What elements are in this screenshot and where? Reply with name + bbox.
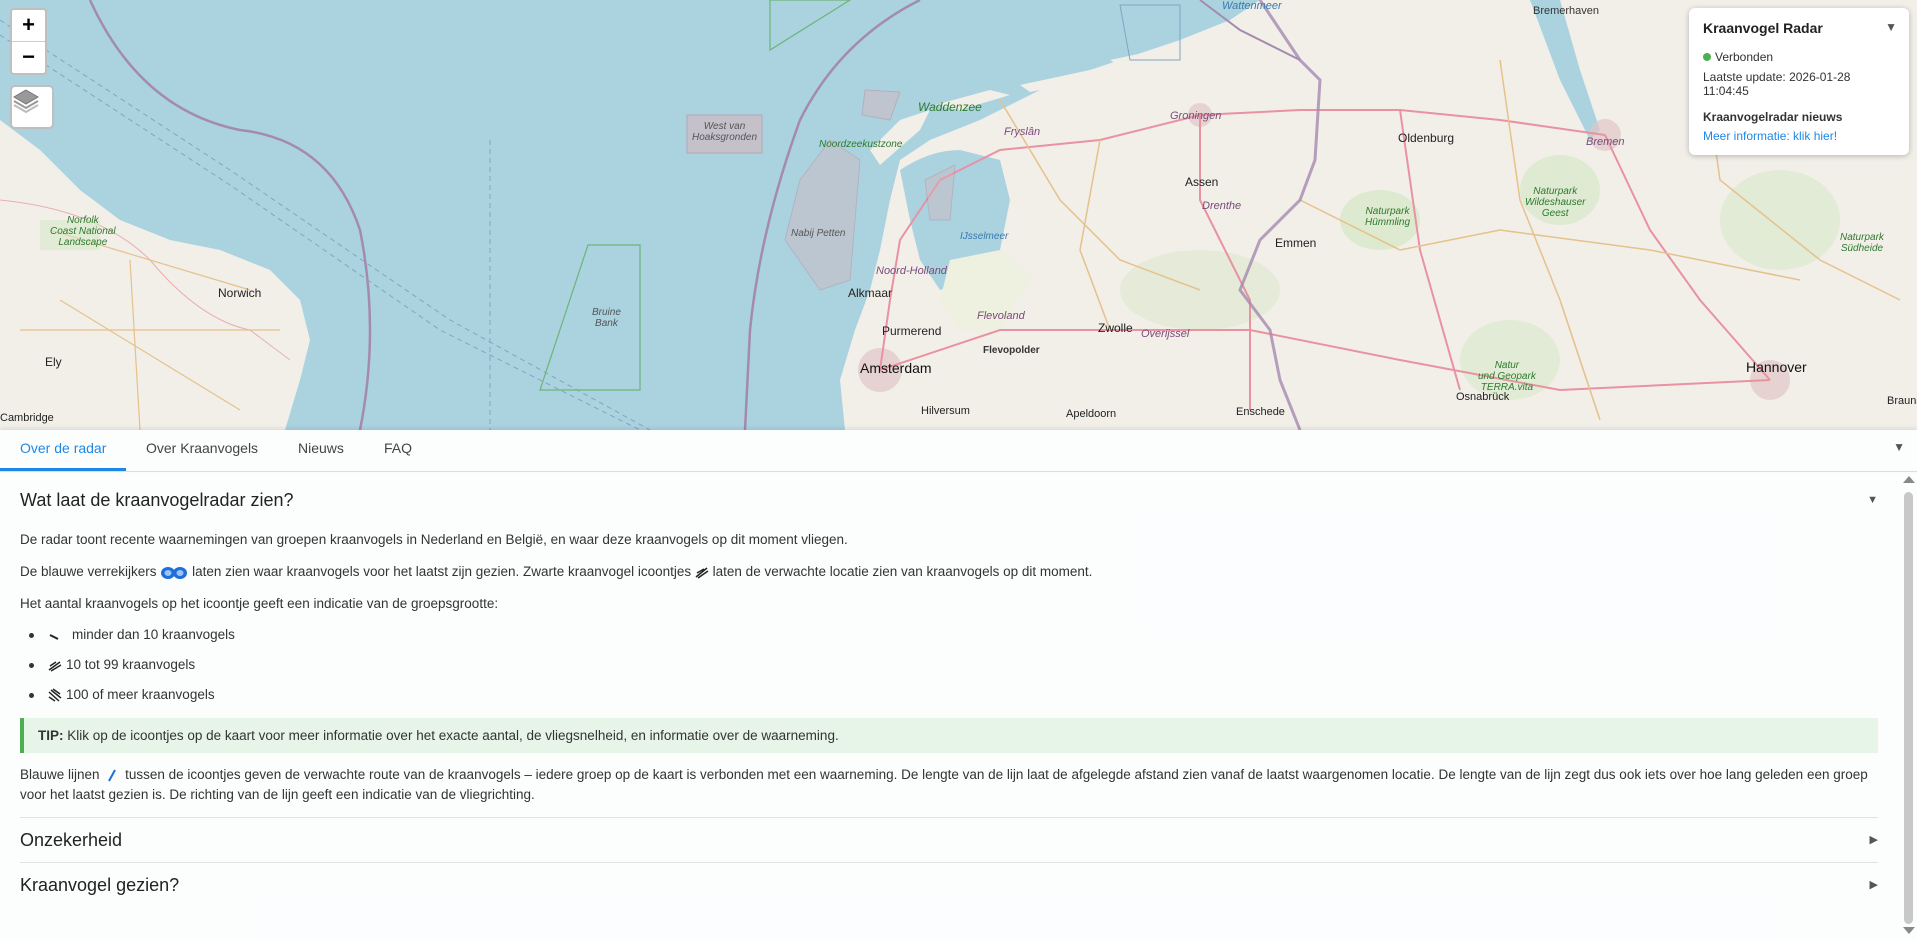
panel-collapse-icon[interactable]: ▼ — [1893, 440, 1905, 454]
map-label: Wattenmeer — [1222, 0, 1282, 12]
map-label: Alkmaar — [848, 286, 893, 300]
map-label: Norfolk Coast National Landscape — [50, 215, 116, 248]
map-label: Brauns — [1887, 395, 1917, 407]
status-text: Verbonden — [1715, 50, 1774, 64]
map-label: Amsterdam — [860, 360, 932, 376]
last-update: Laatste update: 2026-01-28 11:04:45 — [1703, 70, 1851, 98]
tab-over-kraanvogels[interactable]: Over Kraanvogels — [126, 430, 278, 471]
map-label: Osnabrück — [1456, 391, 1510, 403]
map-label: Bremen — [1586, 136, 1625, 148]
map-label: Noordzeekustzone — [819, 139, 903, 150]
info-panel: Over de radar Over Kraanvogels Nieuws FA… — [0, 430, 1917, 940]
radar-title: Kraanvogel Radar — [1703, 20, 1823, 36]
group-size-intro: Het aantal kraanvogels op het icoontje g… — [20, 596, 499, 611]
section-title: Wat laat de kraanvogelradar zien? — [20, 490, 294, 510]
map-label: Groningen — [1170, 110, 1222, 122]
crane-medium-icon — [48, 661, 62, 673]
map-label: Naturpark Wildeshauser Geest — [1525, 186, 1586, 219]
layers-button[interactable] — [10, 85, 54, 129]
map-label: Oldenburg — [1398, 131, 1455, 145]
icon-explanation: De blauwe verrekijkers laten zien waar k… — [20, 564, 1093, 580]
radar-collapse-icon[interactable]: ▼ — [1885, 20, 1897, 34]
chevron-down-icon: ▼ — [1867, 494, 1878, 506]
map-label: Flevopolder — [983, 345, 1040, 356]
tab-content: Wat laat de kraanvogelradar zien? ▼ De r… — [20, 472, 1878, 907]
map-label: Drenthe — [1202, 200, 1242, 212]
zoom-out-button[interactable]: − — [12, 41, 45, 73]
map[interactable]: Wattenmeer Bremerhaven West van Hoaksgron… — [0, 0, 1917, 430]
map-label: Bremerhaven — [1533, 5, 1600, 17]
tab-bar: Over de radar Over Kraanvogels Nieuws FA… — [0, 430, 1917, 472]
connection-status: Verbonden — [1703, 50, 1895, 64]
map-label: Nabij Petten — [791, 228, 846, 239]
crane-icon — [695, 567, 709, 580]
map-label: Waddenzee — [918, 100, 982, 114]
tip-box: TIP: Klik op de icoontjes op de kaart vo… — [20, 718, 1878, 753]
news-link[interactable]: Meer informatie: klik hier! — [1703, 129, 1895, 143]
tab-nieuws[interactable]: Nieuws — [278, 430, 364, 471]
map-label: Emmen — [1275, 236, 1317, 250]
map-label: Naturpark Hümmling — [1365, 206, 1411, 228]
list-item: 100 of meer kraanvogels — [20, 680, 1878, 710]
radar-info-box: Kraanvogel Radar ▼ Verbonden Laatste upd… — [1689, 8, 1909, 155]
map-label: Hilversum — [921, 405, 970, 417]
scrollbar-thumb[interactable] — [1904, 492, 1913, 924]
map-label: Norwich — [218, 286, 262, 300]
map-label: Purmerend — [882, 324, 942, 338]
map-label: Natur und Geopark TERRA.vita — [1478, 360, 1536, 393]
map-label: Fryslân — [1004, 126, 1041, 138]
map-label: Naturpark Südheide — [1840, 232, 1884, 254]
scroll-down-icon[interactable] — [1903, 927, 1915, 934]
chevron-right-icon: ▶ — [1869, 834, 1878, 846]
map-label: IJsselmeer — [960, 231, 1009, 242]
section-header-onzekerheid[interactable]: Onzekerheid ▶ — [20, 817, 1878, 862]
group-size-list: minder dan 10 kraanvogels 10 tot 99 kraa… — [20, 620, 1878, 710]
scroll-up-icon[interactable] — [1903, 476, 1915, 483]
map-tiles — [0, 0, 1917, 430]
section-header-kraanvogel-gezien[interactable]: Kraanvogel gezien? ▶ — [20, 862, 1878, 907]
map-label: West van Hoaksgronden — [692, 121, 758, 143]
zoom-control: + − — [10, 8, 47, 75]
list-item: minder dan 10 kraanvogels — [20, 620, 1878, 650]
map-label: Apeldoorn — [1066, 408, 1117, 420]
map-label: Flevoland — [977, 310, 1025, 322]
intro-paragraph: De radar toont recente waarnemingen van … — [20, 532, 848, 547]
zoom-in-button[interactable]: + — [12, 10, 45, 41]
tab-over-de-radar[interactable]: Over de radar — [0, 430, 127, 471]
map-label: Bruine Bank — [592, 307, 621, 329]
list-item: 10 tot 99 kraanvogels — [20, 650, 1878, 680]
tab-faq[interactable]: FAQ — [364, 430, 432, 471]
map-label: Overijssel — [1141, 328, 1190, 340]
map-label: Ely — [45, 355, 62, 369]
chevron-right-icon: ▶ — [1869, 879, 1878, 891]
section-header-what[interactable]: Wat laat de kraanvogelradar zien? ▼ — [20, 490, 1878, 514]
news-title: Kraanvogelradar nieuws — [1703, 110, 1843, 124]
scrollbar[interactable] — [1900, 472, 1917, 940]
map-label: Cambridge — [0, 412, 54, 424]
map-label: Zwolle — [1098, 321, 1133, 335]
map-label: Hannover — [1746, 359, 1807, 375]
crane-large-icon — [48, 688, 62, 703]
status-dot-icon — [1703, 53, 1711, 61]
binoculars-icon — [161, 567, 188, 580]
lines-explanation: Blauwe lijnen tussen de icoontjes geven … — [20, 767, 1868, 802]
crane-small-icon — [49, 634, 59, 641]
map-label: Assen — [1185, 175, 1219, 189]
layers-icon — [13, 89, 39, 113]
map-label: Enschede — [1236, 406, 1285, 418]
route-line-icon — [108, 769, 117, 782]
map-label: Noord-Holland — [876, 265, 947, 277]
